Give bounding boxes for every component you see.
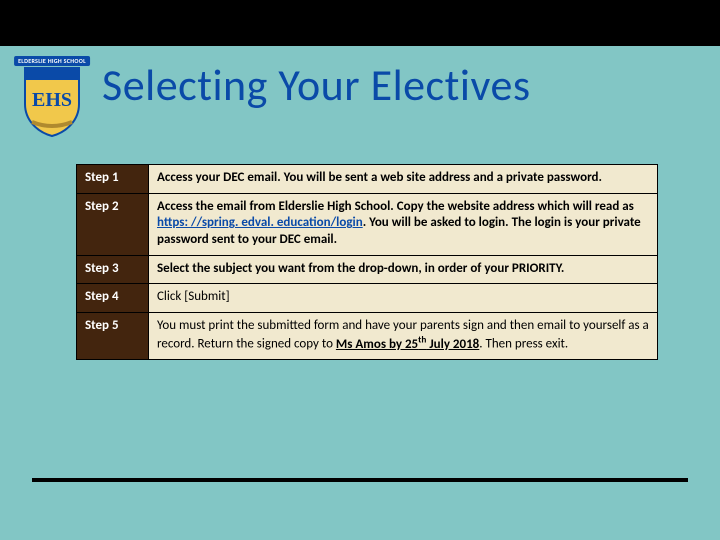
step-description: Access your DEC email. You will be sent …: [149, 165, 658, 194]
top-bar: [0, 0, 720, 46]
table-row: Step 1 Access your DEC email. You will b…: [77, 165, 658, 194]
steps-table: Step 1 Access your DEC email. You will b…: [76, 164, 658, 360]
step-description: Select the subject you want from the dro…: [149, 255, 658, 284]
step-label: Step 5: [77, 312, 149, 360]
step-label: Step 1: [77, 165, 149, 194]
step-label: Step 4: [77, 284, 149, 313]
step-description: Access the email from Elderslie High Sch…: [149, 193, 658, 255]
table-row: Step 4 Click [Submit]: [77, 284, 658, 313]
logo-monogram: EHS: [32, 89, 72, 111]
table-row: Step 5 You must print the submitted form…: [77, 312, 658, 360]
table-row: Step 2 Access the email from Elderslie H…: [77, 193, 658, 255]
step-description: Click [Submit]: [149, 284, 658, 313]
page-title: Selecting Your Electives: [102, 58, 531, 112]
table-row: Step 3 Select the subject you want from …: [77, 255, 658, 284]
step-label: Step 2: [77, 193, 149, 255]
school-logo: ELDERSLIE HIGH SCHOOL EHS: [14, 58, 90, 150]
step-label: Step 3: [77, 255, 149, 284]
shield-icon: EHS: [22, 64, 82, 138]
bottom-divider: [32, 478, 688, 482]
edval-login-link[interactable]: https: //spring. edval. education/login: [157, 215, 363, 230]
step-description: You must print the submitted form and ha…: [149, 312, 658, 360]
